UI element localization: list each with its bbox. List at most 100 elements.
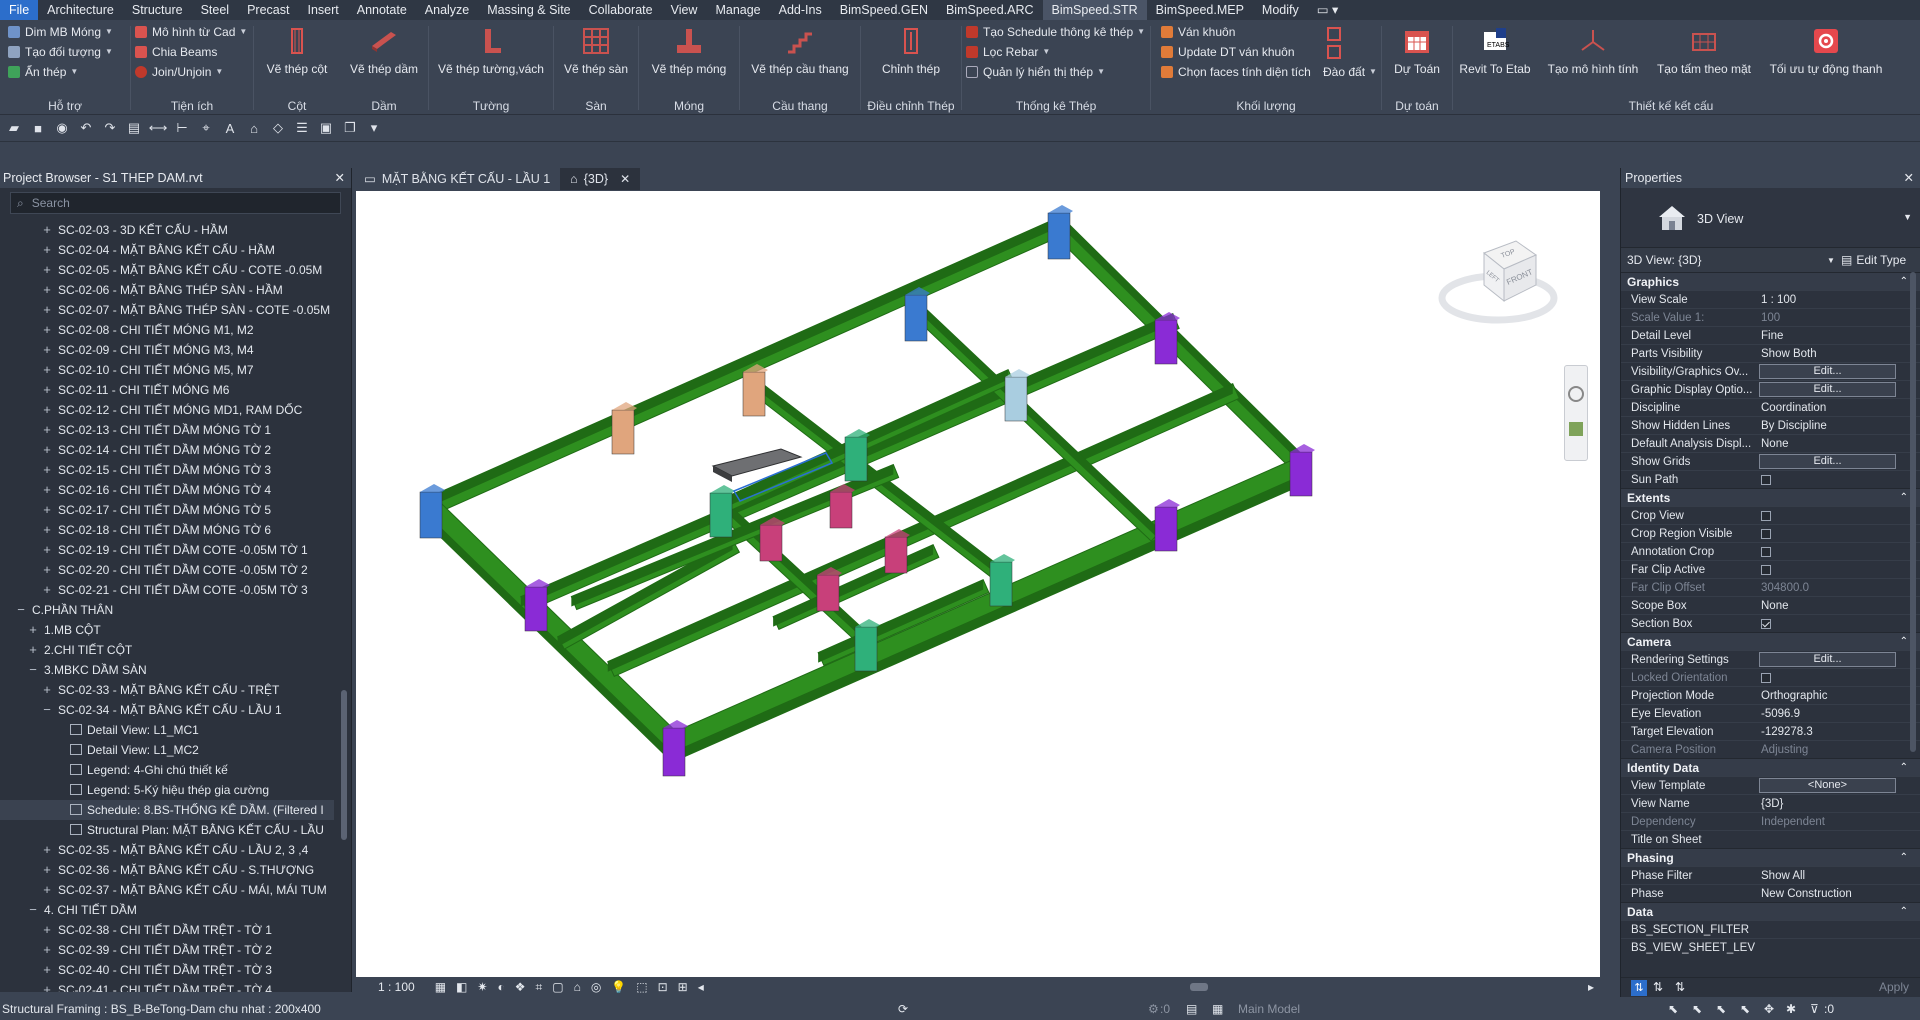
- property-checkbox[interactable]: [1761, 529, 1771, 539]
- expand-icon[interactable]: +: [42, 320, 52, 340]
- column[interactable]: [854, 626, 878, 672]
- column[interactable]: [709, 492, 733, 538]
- reveal-constraints-icon[interactable]: ⊞: [678, 980, 688, 994]
- column[interactable]: [1289, 451, 1313, 497]
- sun-path-icon[interactable]: ✷: [477, 980, 487, 994]
- property-value[interactable]: 1 : 100: [1759, 291, 1908, 309]
- show-crop-icon[interactable]: ▢: [552, 980, 563, 994]
- column-top[interactable]: [1155, 499, 1180, 507]
- ve-thep-cot-button[interactable]: Vẽ thép cột: [254, 20, 340, 98]
- toi-uu-tu-dong-thanh-button[interactable]: Tối ưu tự động thanh: [1763, 20, 1889, 98]
- browser-tree-item[interactable]: Detail View: L1_MC2: [0, 740, 334, 760]
- close-icon[interactable]: ✕: [335, 168, 345, 188]
- property-value[interactable]: {3D}: [1759, 795, 1908, 813]
- expand-icon[interactable]: +: [42, 460, 52, 480]
- expand-icon[interactable]: +: [42, 980, 52, 992]
- visual-style-icon[interactable]: ◧: [456, 980, 467, 994]
- browser-tree-item[interactable]: + SC-02-15 - CHI TIẾT DẦM MÓNG TỜ 3: [0, 460, 334, 480]
- structural-model[interactable]: [356, 191, 1600, 977]
- rendering-icon[interactable]: ❖: [515, 980, 526, 994]
- browser-tree-item[interactable]: + SC-02-36 - MẶT BẰNG KẾT CẤU - S.THƯỢNG: [0, 860, 334, 880]
- collapse-icon[interactable]: −: [28, 660, 38, 680]
- column[interactable]: [759, 524, 783, 562]
- dim-mb-mong-button[interactable]: Dim MB Móng ▼: [8, 22, 113, 42]
- filter-icon[interactable]: ⊽: [1810, 1002, 1819, 1016]
- column-top[interactable]: [420, 484, 445, 492]
- viewcube[interactable]: TOP FRONT LEFT: [1436, 233, 1566, 333]
- menu-modify[interactable]: Modify: [1253, 0, 1308, 20]
- temp-hide-icon[interactable]: ◎: [591, 980, 601, 994]
- select-underlay-icon[interactable]: ⬉: [1692, 1002, 1702, 1016]
- collapse-section-icon[interactable]: ⌃: [1900, 633, 1908, 651]
- property-value[interactable]: None: [1759, 597, 1908, 615]
- collapse-icon[interactable]: −: [42, 700, 52, 720]
- sort-icon[interactable]: ⇅: [1631, 980, 1647, 996]
- measure-icon[interactable]: ⟷: [149, 120, 168, 135]
- column[interactable]: [1004, 376, 1028, 422]
- menu-steel[interactable]: Steel: [192, 0, 239, 20]
- sync-icon[interactable]: ◉: [54, 120, 70, 135]
- menu-bimspeed-str[interactable]: BimSpeed.STR: [1042, 0, 1147, 20]
- tab-3d[interactable]: ⌂ {3D} ✕: [560, 168, 641, 190]
- expand-icon[interactable]: +: [42, 860, 52, 880]
- column-top[interactable]: [612, 402, 637, 410]
- collapse-section-icon[interactable]: ⌃: [1900, 273, 1908, 291]
- print-icon[interactable]: ▤: [126, 120, 142, 135]
- sort-desc-icon[interactable]: ⇅: [1675, 980, 1685, 994]
- menu-manage[interactable]: Manage: [706, 0, 769, 20]
- zoom-region-icon[interactable]: [1569, 422, 1583, 436]
- browser-tree-item[interactable]: Detail View: L1_MC1: [0, 720, 334, 740]
- close-tab-icon[interactable]: ✕: [620, 168, 630, 190]
- browser-tree-item[interactable]: + SC-02-38 - CHI TIẾT DẦM TRỆT - TỜ 1: [0, 920, 334, 940]
- undo-icon[interactable]: ↶: [78, 120, 94, 135]
- property-edit-button[interactable]: <None>: [1759, 778, 1896, 793]
- property-checkbox[interactable]: [1761, 565, 1771, 575]
- browser-tree-item[interactable]: + SC-02-09 - CHI TIẾT MÓNG M3, M4: [0, 340, 334, 360]
- instance-selector[interactable]: 3D View: {3D} ▼ ▤ Edit Type: [1621, 248, 1920, 272]
- shadows-icon[interactable]: ◐: [497, 980, 504, 994]
- chinh-thep-button[interactable]: Chỉnh thép: [861, 20, 961, 98]
- column-top[interactable]: [990, 554, 1015, 562]
- browser-tree-item[interactable]: +2.CHI TIẾT CỘT: [0, 640, 334, 660]
- tao-doi-tuong-button[interactable]: Tạo đối tượng ▼: [8, 42, 113, 62]
- browser-tree-item[interactable]: + SC-02-14 - CHI TIẾT DẦM MÓNG TỜ 2: [0, 440, 334, 460]
- ve-thep-mong-button[interactable]: Vẽ thép móng: [639, 20, 739, 98]
- expand-icon[interactable]: +: [42, 540, 52, 560]
- menu-precast[interactable]: Precast: [238, 0, 298, 20]
- property-checkbox[interactable]: [1761, 511, 1771, 521]
- browser-tree-item[interactable]: −4. CHI TIẾT DẦM: [0, 900, 334, 920]
- expand-icon[interactable]: +: [42, 880, 52, 900]
- type-selector[interactable]: 3D View ▼: [1621, 188, 1920, 248]
- column[interactable]: [662, 727, 686, 777]
- ve-thep-san-button[interactable]: Vẽ thép sàn: [554, 20, 638, 98]
- property-value[interactable]: Coordination: [1759, 399, 1908, 417]
- scroll-left-icon[interactable]: ◂: [698, 980, 704, 994]
- detail-level-icon[interactable]: ▦: [435, 980, 446, 994]
- select-links-icon[interactable]: ⬉: [1668, 1002, 1678, 1016]
- ve-thep-dam-button[interactable]: Vẽ thép dầm: [340, 20, 428, 98]
- column-top[interactable]: [855, 619, 880, 627]
- expand-icon[interactable]: +: [42, 280, 52, 300]
- van-khuon-button[interactable]: Ván khuôn: [1161, 22, 1235, 42]
- property-value[interactable]: -5096.9: [1759, 705, 1908, 723]
- update-dt-van-khuon-button[interactable]: Update DT ván khuôn: [1161, 42, 1295, 62]
- edit-type-button[interactable]: ▤ Edit Type: [1841, 253, 1906, 267]
- 3d-view-canvas[interactable]: TOP FRONT LEFT: [356, 191, 1600, 977]
- browser-tree-item[interactable]: + SC-02-04 - MẶT BẰNG KẾT CẤU - HẦM: [0, 240, 334, 260]
- expand-icon[interactable]: +: [42, 940, 52, 960]
- expand-icon[interactable]: +: [42, 340, 52, 360]
- chon-faces-button[interactable]: Chọn faces tính diện tích: [1161, 62, 1311, 82]
- expand-icon[interactable]: +: [42, 500, 52, 520]
- section-extents[interactable]: Extents ⌃: [1621, 488, 1920, 506]
- section-data[interactable]: Data ⌃: [1621, 902, 1920, 920]
- ve-thep-tuong-button[interactable]: Vẽ thép tường,vách: [429, 20, 553, 98]
- browser-tree-item[interactable]: + SC-02-10 - CHI TIẾT MÓNG M5, M7: [0, 360, 334, 380]
- menu-massing-site[interactable]: Massing & Site: [478, 0, 579, 20]
- menu-collaborate[interactable]: Collaborate: [580, 0, 662, 20]
- property-checkbox[interactable]: [1761, 619, 1771, 629]
- browser-tree-item[interactable]: − C.PHẦN THÂN: [0, 600, 334, 620]
- expand-icon[interactable]: +: [42, 920, 52, 940]
- scrollbar-thumb[interactable]: [341, 690, 347, 840]
- browser-tree-item[interactable]: Legend: 5-Ký hiệu thép gia cường: [0, 780, 334, 800]
- ve-thep-cau-thang-button[interactable]: Vẽ thép cầu thang: [740, 20, 860, 98]
